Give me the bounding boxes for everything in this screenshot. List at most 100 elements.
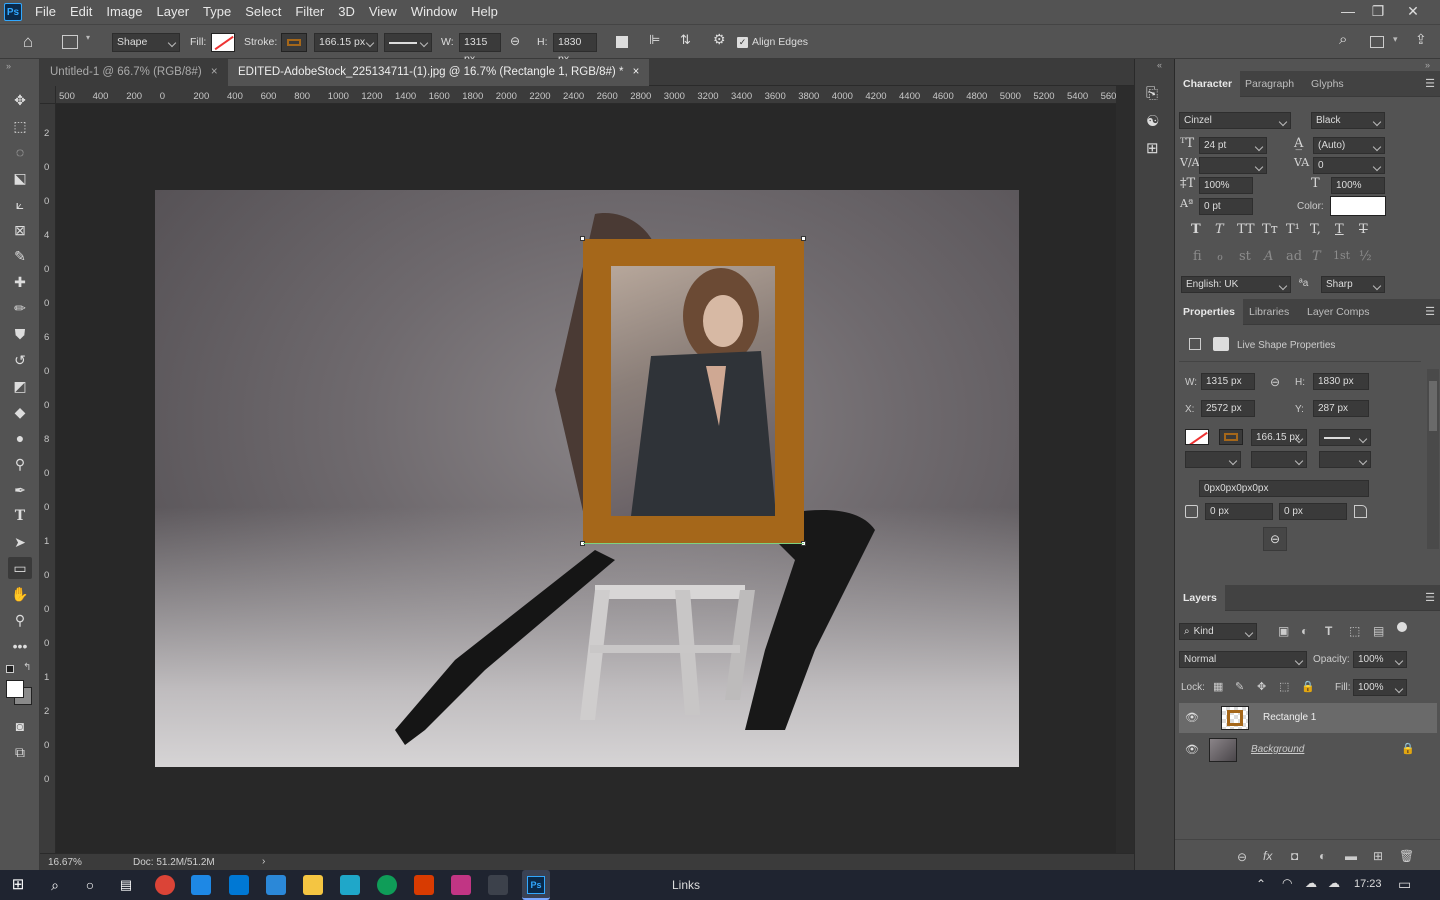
table-panel-icon[interactable]: ⊞ <box>1146 139 1159 157</box>
prop-fill-swatch[interactable] <box>1185 429 1209 445</box>
lock-all-icon[interactable]: 🔒 <box>1301 680 1315 693</box>
history-panel-icon[interactable]: ⎘ <box>1146 85 1158 102</box>
swash-icon[interactable]: A <box>1264 249 1273 264</box>
align-edges-checkbox[interactable]: ✓ <box>737 37 748 48</box>
add-mask-icon[interactable]: ◘ <box>1291 849 1298 863</box>
layer-name[interactable]: Background <box>1251 744 1304 755</box>
baseline-shift-field[interactable]: 0 pt <box>1199 198 1253 215</box>
menu-filter[interactable]: Filter <box>288 0 331 24</box>
eye-icon[interactable]: 👁 <box>1185 743 1199 756</box>
superscript-icon[interactable]: T¹ <box>1286 222 1300 237</box>
corner-radii-field[interactable]: 0px0px0px0px <box>1199 480 1369 497</box>
office-icon[interactable] <box>414 875 434 895</box>
ligatures-icon[interactable]: fi <box>1193 249 1202 264</box>
underline-icon[interactable]: T <box>1335 222 1344 237</box>
swap-colors-icon[interactable]: ↰ <box>23 662 31 673</box>
eye-icon[interactable]: 👁 <box>1185 711 1199 724</box>
path-selection-tool-icon[interactable]: ➤ <box>8 531 32 553</box>
layer-rectangle-1[interactable]: 👁 Rectangle 1 <box>1179 703 1437 733</box>
language-select[interactable]: English: UK <box>1181 276 1291 293</box>
prop-y-field[interactable]: 287 px <box>1313 400 1369 417</box>
prop-x-field[interactable]: 2572 px <box>1201 400 1255 417</box>
path-arrangement-icon[interactable]: ⇅ <box>680 32 691 48</box>
more-tools-icon[interactable]: ••• <box>8 635 32 657</box>
opacity-field[interactable]: 100% <box>1353 651 1407 668</box>
lock-pixels-icon[interactable]: ✎ <box>1235 680 1244 693</box>
mask-icon[interactable] <box>1213 337 1229 351</box>
link-layers-icon[interactable]: ⊖ <box>1237 850 1247 864</box>
smart-object-filter-icon[interactable]: ▤ <box>1373 624 1384 638</box>
workspace-icon[interactable] <box>1370 36 1384 48</box>
edge-icon[interactable] <box>377 875 397 895</box>
kerning-field[interactable] <box>1199 157 1267 174</box>
photoshop-taskbar-icon[interactable]: Ps <box>522 870 550 900</box>
leading-field[interactable]: (Auto) <box>1313 137 1385 154</box>
mail-icon[interactable] <box>229 875 249 895</box>
file-explorer-icon[interactable] <box>303 875 323 895</box>
wifi-icon[interactable]: ◠ <box>1282 876 1292 890</box>
stroke-caps-select[interactable] <box>1251 451 1307 468</box>
all-caps-icon[interactable]: TT <box>1237 222 1255 237</box>
discretionary-ligatures-icon[interactable]: st <box>1239 249 1251 264</box>
prop-width-field[interactable]: 1315 px <box>1201 373 1255 390</box>
stroke-swatch[interactable] <box>281 33 307 52</box>
menu-layer[interactable]: Layer <box>150 0 197 24</box>
width-field[interactable]: 1315 px <box>459 33 501 65</box>
eyedropper-tool-icon[interactable]: ✎ <box>8 245 32 267</box>
anti-alias-select[interactable]: Sharp <box>1321 276 1385 293</box>
collapse-toolbar-icon[interactable]: » <box>6 61 11 71</box>
prop-height-field[interactable]: 1830 px <box>1313 373 1369 390</box>
layer-filter-select[interactable]: ⌕ Kind <box>1179 623 1257 640</box>
adjustment-layer-icon[interactable]: ◐ <box>1319 849 1326 863</box>
lock-icon[interactable]: 🔒 <box>1401 742 1415 755</box>
menu-edit[interactable]: Edit <box>63 0 99 24</box>
search-icon[interactable]: ⌕ <box>45 875 65 895</box>
menu-file[interactable]: File <box>28 0 63 24</box>
transform-handle[interactable] <box>580 236 585 241</box>
small-caps-icon[interactable]: Tт <box>1262 222 1278 237</box>
tab-edited-adobestock[interactable]: EDITED-AdobeStock_225134711-(1).jpg @ 16… <box>228 59 650 86</box>
lock-artboard-icon[interactable]: ⬚ <box>1279 680 1289 693</box>
adjustments-panel-icon[interactable]: ☯ <box>1146 112 1159 130</box>
corner-radius-field-a[interactable]: 0 px <box>1205 503 1273 520</box>
titling-alternates-icon[interactable]: T <box>1312 249 1321 264</box>
faux-italic-icon[interactable]: T <box>1215 222 1224 237</box>
gear-icon[interactable]: ⚙ <box>713 31 726 48</box>
prop-stroke-type-select[interactable] <box>1319 429 1371 446</box>
clock[interactable]: 17:23 <box>1354 878 1382 890</box>
type-tool-icon[interactable]: T <box>8 505 32 527</box>
tab-libraries[interactable]: Libraries <box>1241 299 1297 325</box>
tab-untitled[interactable]: Untitled-1 @ 66.7% (RGB/8#) × <box>40 59 228 86</box>
app-icon[interactable] <box>266 875 286 895</box>
stylistic-alternates-icon[interactable]: ad <box>1286 249 1302 264</box>
tab-layers[interactable]: Layers <box>1175 585 1225 611</box>
restore-button[interactable]: ❐ <box>1363 0 1393 24</box>
onedrive-icon[interactable]: ☁ <box>1305 876 1317 890</box>
pen-tool-icon[interactable]: ✒ <box>8 479 32 501</box>
link-radii-icon[interactable]: ⊖ <box>1263 527 1287 551</box>
group-folder-icon[interactable]: ▬ <box>1345 849 1357 863</box>
tab-paragraph[interactable]: Paragraph <box>1237 71 1302 97</box>
menu-select[interactable]: Select <box>238 0 288 24</box>
layer-name[interactable]: Rectangle 1 <box>1263 712 1316 723</box>
panel-menu-icon[interactable]: ☰ <box>1425 305 1435 318</box>
fractions-icon[interactable]: ½ <box>1359 249 1372 264</box>
vertical-scale-field[interactable]: 100% <box>1199 177 1253 194</box>
tab-layer-comps[interactable]: Layer Comps <box>1299 299 1377 325</box>
link-icon[interactable]: ⊖ <box>510 34 520 48</box>
tracking-field[interactable]: 0 <box>1313 157 1385 174</box>
menu-view[interactable]: View <box>362 0 404 24</box>
font-style-select[interactable]: Black <box>1311 112 1385 129</box>
default-colors-icon[interactable] <box>6 665 14 673</box>
stroke-corners-select[interactable] <box>1319 451 1371 468</box>
brush-tool-icon[interactable]: ✏ <box>8 297 32 319</box>
menu-window[interactable]: Window <box>404 0 464 24</box>
transform-handle[interactable] <box>801 236 806 241</box>
blur-tool-icon[interactable]: ● <box>8 427 32 449</box>
cloud-app-icon[interactable] <box>488 875 508 895</box>
old-style-icon[interactable]: ℴ <box>1217 249 1223 264</box>
clone-stamp-tool-icon[interactable]: ⛊ <box>8 323 32 345</box>
lasso-tool-icon[interactable]: ◌ <box>8 141 32 163</box>
crop-tool-icon[interactable]: ⟀ <box>8 193 32 215</box>
trash-icon[interactable]: 🗑 <box>1399 849 1414 863</box>
